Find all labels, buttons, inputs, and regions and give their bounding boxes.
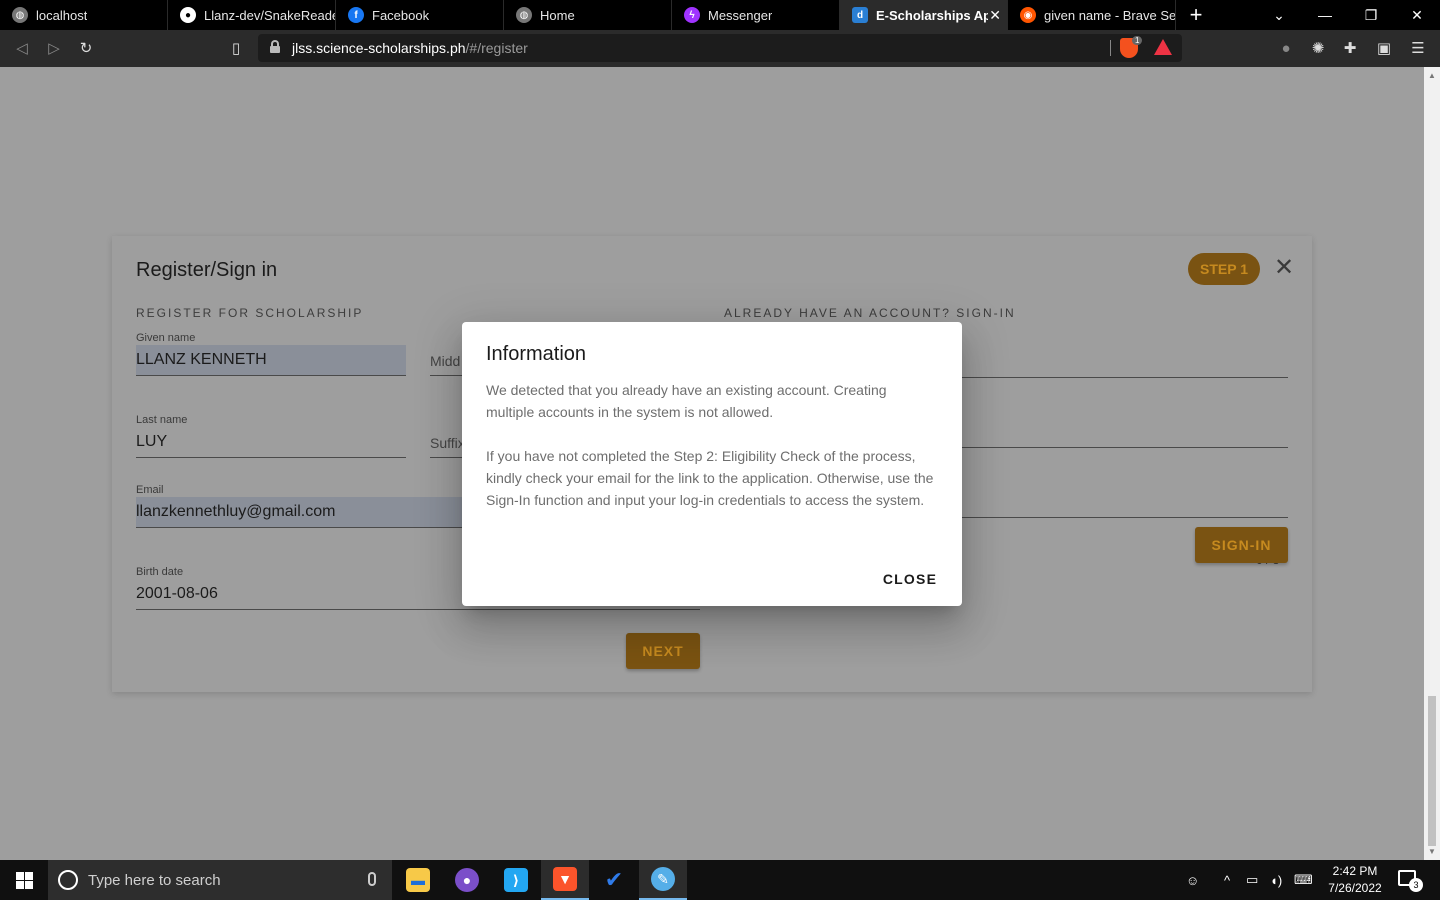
taskbar-search-box[interactable]: Type here to search bbox=[48, 860, 392, 900]
last-name-field[interactable]: Last name LUY bbox=[136, 414, 406, 458]
microphone-icon[interactable] bbox=[368, 872, 376, 886]
brave-shields-icon[interactable]: 1 bbox=[1120, 36, 1143, 58]
todo-icon[interactable]: ✔ bbox=[590, 860, 638, 900]
paint-icon[interactable]: ✎ bbox=[639, 860, 687, 900]
minimize-button[interactable]: — bbox=[1302, 0, 1348, 30]
tab-title: Messenger bbox=[708, 7, 773, 23]
menu-icon[interactable]: ☰ bbox=[1408, 39, 1428, 59]
signin-button[interactable]: SIGN-IN bbox=[1195, 527, 1288, 563]
dost-icon: d bbox=[852, 7, 868, 23]
dialog-title: Information bbox=[486, 343, 587, 365]
tab-facebook[interactable]: f Facebook bbox=[336, 0, 504, 30]
dialog-body: We detected that you already have an exi… bbox=[486, 379, 938, 511]
lock-icon[interactable] bbox=[270, 40, 280, 53]
back-icon[interactable]: ◁ bbox=[12, 39, 32, 59]
tab-home[interactable]: ◍ Home bbox=[504, 0, 672, 30]
clock-time: 2:42 PM bbox=[1332, 864, 1378, 878]
register-heading: REGISTER FOR SCHOLARSHIP bbox=[136, 306, 364, 320]
email-label: Email bbox=[136, 484, 164, 496]
taskbar-clock[interactable]: 2:42 PM 7/26/2022 bbox=[1320, 863, 1390, 897]
divider bbox=[1110, 40, 1111, 56]
tab-title: Home bbox=[540, 7, 575, 23]
network-icon[interactable]: ▭ bbox=[1246, 860, 1258, 900]
close-icon[interactable]: ✕ bbox=[1274, 256, 1294, 280]
people-icon[interactable]: ☺ bbox=[1186, 860, 1199, 900]
forward-icon[interactable]: ▷ bbox=[44, 39, 64, 59]
given-name-label: Given name bbox=[136, 332, 196, 344]
tab-localhost[interactable]: ◍ localhost bbox=[0, 0, 168, 30]
last-name-label: Last name bbox=[136, 414, 188, 426]
address-bar[interactable]: jlss.science-scholarships.ph/#/register … bbox=[258, 34, 1182, 62]
notification-count: 3 bbox=[1409, 878, 1423, 892]
maximize-button[interactable]: ❐ bbox=[1348, 0, 1394, 30]
last-name-input[interactable]: LUY bbox=[136, 427, 406, 458]
facebook-icon: f bbox=[348, 7, 364, 23]
tab-title: given name - Brave Sear bbox=[1044, 7, 1175, 23]
dialog-close-button[interactable]: CLOSE bbox=[874, 564, 946, 594]
tab-title: Llanz-dev/SnakeReader bbox=[204, 7, 335, 23]
tab-title: Facebook bbox=[372, 7, 430, 23]
page-scrollbar[interactable]: ▲ ▼ bbox=[1424, 67, 1440, 860]
globe-icon: ◍ bbox=[516, 7, 532, 23]
tab-title: E-Scholarships Appli bbox=[876, 7, 988, 23]
toolbar: ◁ ▷ ↻ ▯ jlss.science-scholarships.ph/#/r… bbox=[0, 30, 1440, 67]
file-explorer-icon[interactable]: ▬ bbox=[394, 860, 442, 900]
dialog-paragraph: We detected that you already have an exi… bbox=[486, 382, 887, 420]
github-desktop-icon[interactable]: ● bbox=[443, 860, 491, 900]
messenger-icon: ϟ bbox=[684, 7, 700, 23]
wallet-icon[interactable]: ▣ bbox=[1374, 39, 1394, 59]
windows-start-icon[interactable] bbox=[0, 860, 48, 900]
windows-taskbar: Type here to search ▬ ● ⟩ ▼ ✔ ✎ ☺ ^ ▭ ◖)… bbox=[0, 860, 1440, 900]
tab-github-snakereader[interactable]: ● Llanz-dev/SnakeReader bbox=[168, 0, 336, 30]
scroll-up-icon[interactable]: ▲ bbox=[1428, 71, 1436, 80]
vscode-icon[interactable]: ⟩ bbox=[492, 860, 540, 900]
window-controls: ⌄ — ❐ ✕ bbox=[1256, 0, 1440, 30]
browser-tab-strip: ◍ localhost ● Llanz-dev/SnakeReader f Fa… bbox=[0, 0, 1440, 30]
new-tab-button[interactable]: + bbox=[1176, 0, 1216, 30]
url-path: /#/register bbox=[465, 40, 528, 56]
url-host: jlss.science-scholarships.ph bbox=[292, 40, 466, 56]
tab-e-scholarships[interactable]: d E-Scholarships Appli ✕ bbox=[840, 0, 1008, 30]
keyboard-icon[interactable]: ⌨ bbox=[1294, 860, 1313, 900]
search-placeholder: Type here to search bbox=[88, 872, 221, 889]
close-window-button[interactable]: ✕ bbox=[1394, 0, 1440, 30]
url-text: jlss.science-scholarships.ph/#/register bbox=[292, 40, 528, 56]
signin-field-line[interactable] bbox=[962, 517, 1288, 518]
brave-search-icon: ◉ bbox=[1020, 7, 1036, 23]
globe-icon: ◍ bbox=[12, 7, 28, 23]
scroll-down-icon[interactable]: ▼ bbox=[1428, 847, 1436, 856]
card-title: Register/Sign in bbox=[136, 259, 278, 281]
email-input[interactable]: llanzkennethluy@gmail.com bbox=[136, 497, 476, 528]
clock-date: 7/26/2022 bbox=[1328, 881, 1382, 895]
scrollbar-thumb[interactable] bbox=[1428, 696, 1436, 846]
step-badge: STEP 1 bbox=[1188, 253, 1260, 285]
reload-icon[interactable]: ↻ bbox=[76, 39, 96, 59]
tab-brave-search[interactable]: ◉ given name - Brave Sear bbox=[1008, 0, 1176, 30]
next-button[interactable]: NEXT bbox=[626, 633, 700, 669]
show-hidden-icons-chevron-icon[interactable]: ^ bbox=[1224, 860, 1230, 900]
email-field[interactable]: Email llanzkennethluy@gmail.com bbox=[136, 484, 476, 528]
signin-heading: ALREADY HAVE AN ACCOUNT? SIGN-IN bbox=[724, 306, 1016, 320]
notification-center-icon[interactable]: 3 bbox=[1398, 870, 1423, 892]
signin-field-line[interactable] bbox=[962, 447, 1288, 448]
cortana-icon bbox=[58, 870, 78, 890]
information-dialog: Information We detected that you already… bbox=[462, 322, 962, 606]
given-name-input[interactable]: LLANZ KENNETH bbox=[136, 345, 406, 376]
tab-search-chevron-icon[interactable]: ⌄ bbox=[1256, 0, 1302, 30]
close-tab-icon[interactable]: ✕ bbox=[989, 7, 1001, 24]
brave-browser-icon[interactable]: ▼ bbox=[541, 860, 589, 900]
given-name-field[interactable]: Given name LLANZ KENNETH bbox=[136, 332, 406, 376]
volume-icon[interactable]: ◖) bbox=[1270, 860, 1282, 900]
extensions-icon[interactable]: ✚ bbox=[1340, 39, 1360, 59]
ad-blocker-icon[interactable]: ● bbox=[1276, 39, 1296, 59]
brave-rewards-icon[interactable] bbox=[1154, 39, 1172, 55]
signin-field-line[interactable] bbox=[962, 377, 1288, 378]
bookmark-icon[interactable]: ▯ bbox=[226, 39, 246, 59]
dialog-paragraph: If you have not completed the Step 2: El… bbox=[486, 448, 934, 508]
github-icon: ● bbox=[180, 7, 196, 23]
shield-count: 1 bbox=[1132, 36, 1143, 45]
tab-messenger[interactable]: ϟ Messenger bbox=[672, 0, 840, 30]
tab-title: localhost bbox=[36, 7, 88, 23]
color-extension-icon[interactable]: ✺ bbox=[1308, 39, 1328, 59]
